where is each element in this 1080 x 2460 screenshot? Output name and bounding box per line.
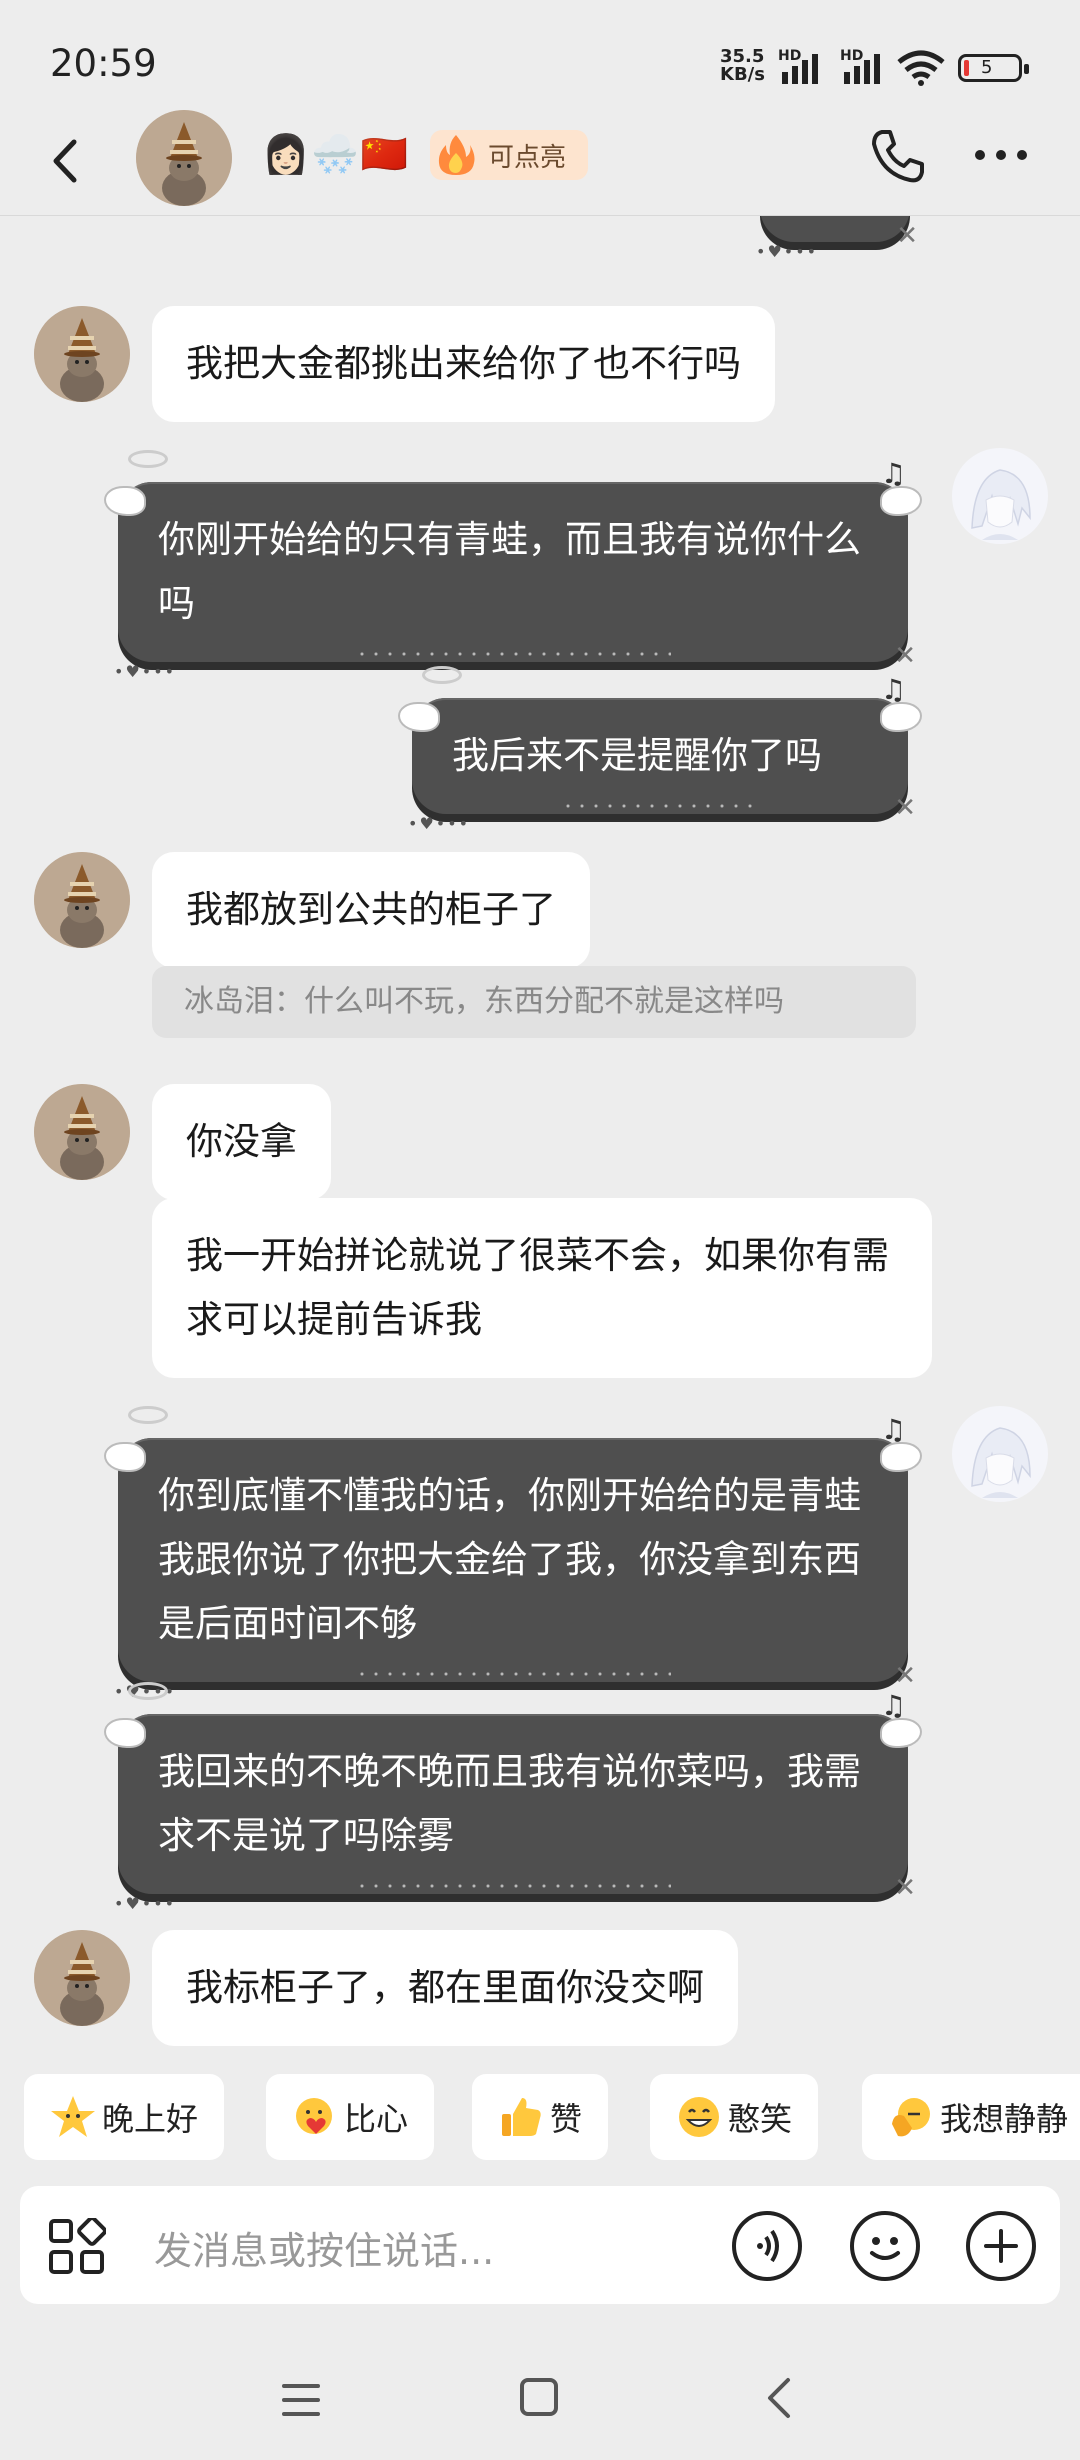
status-time: 20:59	[50, 42, 157, 85]
avatar-contact[interactable]	[34, 1930, 130, 2026]
avatar-contact[interactable]	[34, 1084, 130, 1180]
battery-level: 5	[981, 57, 993, 78]
quick-reply-label: 我想静静	[940, 2100, 1069, 2138]
message-bubble-received[interactable]: 我标柜子了，都在里面你没交啊	[152, 1930, 738, 2046]
apps-grid-icon[interactable]	[48, 2218, 106, 2276]
phone-icon[interactable]	[868, 128, 926, 186]
message-bubble-received[interactable]: 我把大金都挑出来给你了也不行吗	[152, 306, 775, 422]
add-button[interactable]	[966, 2211, 1036, 2281]
quick-reply-chip[interactable]: 晚上好	[24, 2074, 225, 2160]
message-input-bar: 发消息或按住说话...	[20, 2186, 1060, 2304]
message-text: 我回来的不晚不晚而且我有说你菜吗，我需求不是说了吗除雾	[158, 1750, 861, 1857]
quick-reply-bar[interactable]: 晚上好 比心 赞 憨笑 我想静静	[0, 2074, 1080, 2164]
contact-name[interactable]: 👩🏻🌨️🇨🇳	[262, 132, 410, 177]
more-options-icon[interactable]	[975, 150, 1027, 160]
message-bubble-sent[interactable]: ♫ ✕ •♥••• 我回来的不晚不晚而且我有说你菜吗，我需求不是说了吗除雾	[106, 1682, 920, 1913]
emoji-button[interactable]	[850, 2211, 920, 2281]
quick-reply-chip[interactable]: 比心	[266, 2074, 435, 2160]
flame-icon	[438, 135, 475, 175]
quick-reply-label: 赞	[550, 2100, 583, 2138]
message-input[interactable]: 发消息或按住说话...	[154, 2220, 494, 2275]
nav-menu-icon[interactable]	[282, 2384, 320, 2426]
avatar-contact[interactable]	[34, 306, 130, 402]
avatar-self[interactable]	[952, 448, 1048, 544]
avatar-contact[interactable]	[34, 852, 130, 948]
message-list[interactable]: ✕ •♥••• 我把大金都挑出来给你了也不行吗 ♫ ✕ •♥••• 你刚开始给的只有青…	[0, 216, 1080, 2046]
heart-face-icon	[296, 2098, 332, 2134]
grin-icon	[679, 2097, 719, 2137]
star-face-icon	[51, 2096, 95, 2137]
nav-back-icon[interactable]	[760, 2376, 800, 2420]
battery-icon: 5	[958, 54, 1029, 82]
network-speed: 35.5 KB/s	[720, 48, 770, 84]
wifi-icon	[897, 50, 945, 86]
message-text: 你到底懂不懂我的话，你刚开始给的是青蛙我跟你说了你把大金给了我，你没拿到东西是后…	[158, 1474, 861, 1645]
quick-reply-chip[interactable]: 赞	[472, 2074, 609, 2160]
message-bubble-sent[interactable]: ♫ ✕ •♥••• 你刚开始给的只有青蛙，而且我有说你什么吗	[106, 450, 920, 681]
message-text: 我后来不是提醒你了吗	[452, 734, 822, 777]
message-bubble-received[interactable]: 我都放到公共的柜子了	[152, 852, 590, 968]
signal-icon	[844, 50, 880, 84]
calm-hand-icon	[892, 2098, 930, 2137]
nav-home-icon[interactable]	[520, 2378, 558, 2416]
chat-header: 👩🏻🌨️🇨🇳 可点亮	[0, 110, 1080, 216]
quoted-reply[interactable]: 冰岛泪：什么叫不玩，东西分配不就是这样吗	[152, 966, 916, 1038]
message-bubble-partial: ✕ •♥•••	[756, 216, 918, 261]
quick-reply-label: 晚上好	[102, 2100, 199, 2138]
message-text: 你刚开始给的只有青蛙，而且我有说你什么吗	[158, 518, 861, 625]
network-speed-unit: KB/s	[720, 64, 765, 85]
quick-reply-label: 比心	[344, 2100, 409, 2138]
quick-reply-label: 憨笑	[728, 2100, 793, 2138]
back-arrow-icon[interactable]	[42, 136, 92, 186]
quick-reply-chip[interactable]: 憨笑	[650, 2074, 819, 2160]
avatar-self[interactable]	[952, 1406, 1048, 1502]
thumbs-up-icon	[502, 2098, 541, 2136]
voice-button[interactable]	[732, 2211, 802, 2281]
signal-icon	[782, 50, 818, 84]
spark-badge[interactable]: 可点亮	[430, 130, 589, 180]
plus-icon	[984, 2229, 1018, 2263]
contact-avatar[interactable]	[136, 110, 232, 206]
voice-icon	[757, 2229, 779, 2263]
emoji-icon	[870, 2237, 900, 2260]
message-bubble-sent[interactable]: ♫ ✕ •♥••• 我后来不是提醒你了吗	[400, 666, 920, 833]
message-bubble-received[interactable]: 你没拿	[152, 1084, 331, 1200]
quick-reply-chip[interactable]: 我想静静	[862, 2074, 1080, 2160]
spark-label: 可点亮	[488, 142, 567, 173]
system-nav-bar	[0, 2340, 1080, 2460]
message-bubble-sent[interactable]: ♫ ✕ •♥••• 你到底懂不懂我的话，你刚开始给的是青蛙我跟你说了你把大金给了我，…	[106, 1406, 920, 1701]
message-bubble-received[interactable]: 我一开始拼论就说了很菜不会，如果你有需求可以提前告诉我	[152, 1198, 932, 1378]
